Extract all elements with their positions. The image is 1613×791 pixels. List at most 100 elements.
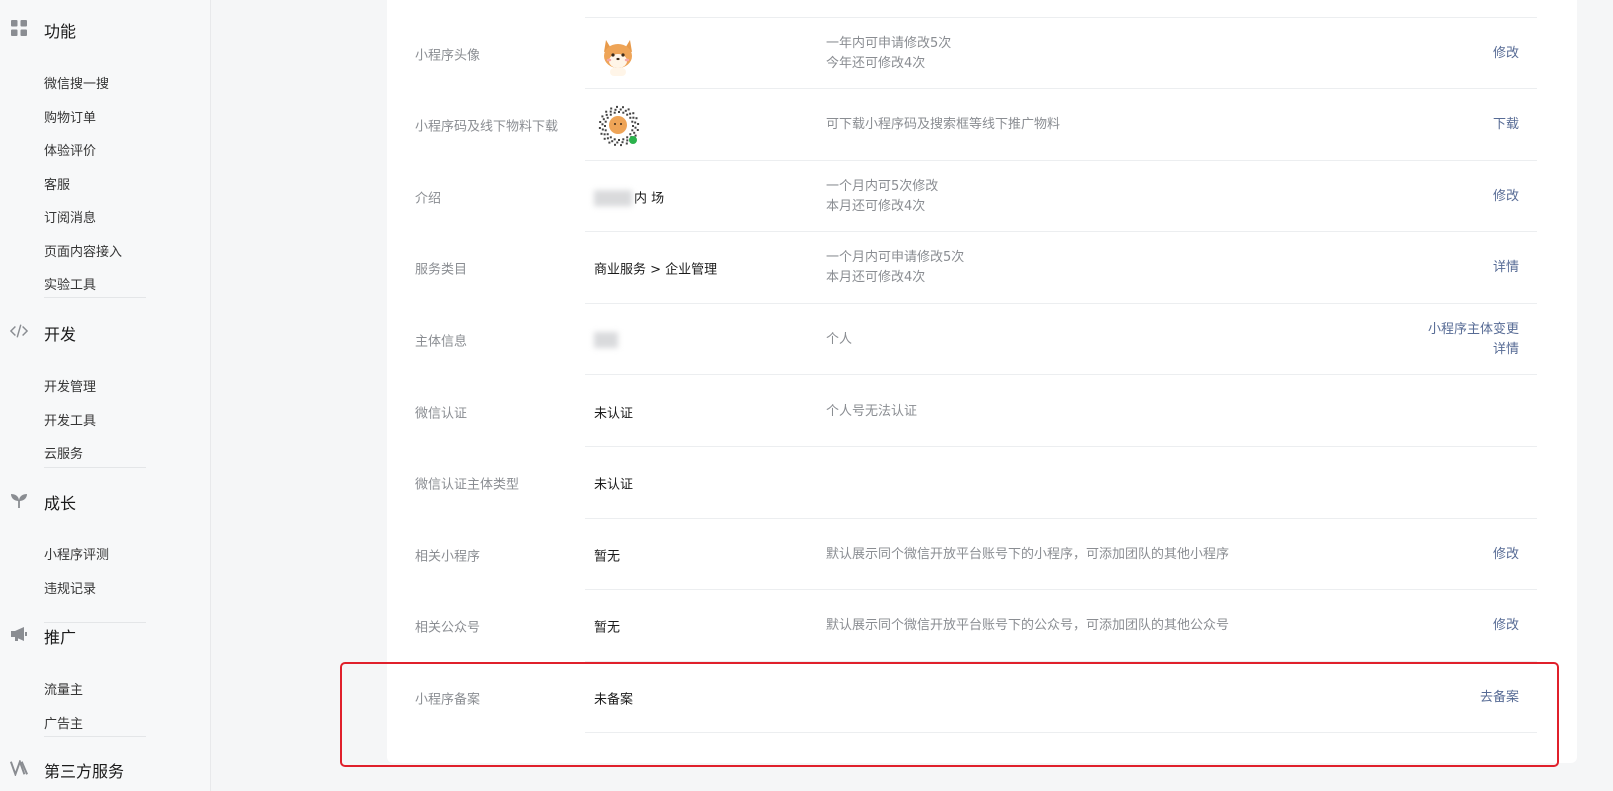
sidebar-group-header[interactable]: 第三方服务 (0, 753, 211, 783)
sprout-icon (10, 491, 28, 509)
sidebar-item[interactable]: 违规记录 (44, 578, 96, 597)
row-action-link[interactable]: 修改 (1493, 44, 1519, 64)
row-value: 内 场 (594, 187, 664, 207)
megaphone-icon (10, 625, 28, 643)
row-label: 微信认证主体类型 (415, 477, 520, 493)
sidebar-group-header[interactable]: 推广 (0, 619, 211, 649)
row-value: 商业服务 > 企业管理 (594, 262, 718, 278)
sidebar-item[interactable]: 订阅消息 (44, 207, 96, 226)
settings-row: 微信认证主体类型 未认证 (387, 448, 1577, 519)
avatar-image (594, 30, 642, 78)
sidebar-item[interactable]: 页面内容接入 (44, 241, 122, 260)
row-action-link[interactable]: 小程序主体变更 (1428, 320, 1519, 340)
row-label: 小程序头像 (415, 48, 481, 63)
qrcode-image[interactable] (596, 103, 640, 147)
sidebar-item[interactable]: 云服务 (44, 443, 83, 462)
sidebar-group-header[interactable]: 成长 (0, 485, 211, 515)
row-description-line: 默认展示同个微信开放平台账号下的公众号，可添加团队的其他公众号 (826, 618, 1230, 634)
row-actions: 详情 (1493, 258, 1519, 278)
sidebar-item[interactable]: 开发管理 (44, 376, 96, 395)
row-action-link[interactable]: 下载 (1493, 115, 1519, 135)
sidebar-item[interactable]: 购物订单 (44, 107, 96, 126)
sidebar-item[interactable]: 小程序评测 (44, 544, 109, 563)
row-description-line: 个人 (826, 331, 853, 347)
row-description-line: 一个月内可申请修改5次 (826, 250, 965, 266)
row-label: 主体信息 (415, 334, 468, 350)
sidebar-item[interactable]: 流量主 (44, 679, 83, 698)
row-description-line: 一年内可申请修改5次 (826, 35, 952, 51)
row-description-line: 一个月内可5次修改 (826, 178, 939, 194)
row-value: 暂无 (594, 620, 621, 636)
row-description-line: 本月还可修改4次 (826, 198, 926, 214)
settings-row: 主体信息 个人 小程序主体变更 详情 (387, 304, 1577, 376)
row-value: 未认证 (594, 406, 634, 421)
row-action-link[interactable]: 修改 (1493, 616, 1519, 636)
row-value-text: 内 场 (634, 190, 665, 206)
sidebar: 功能微信搜一搜购物订单体验评价客服订阅消息页面内容接入 实验工具开发开发管理开发工… (0, 0, 211, 791)
row-actions: 修改 (1493, 616, 1519, 636)
row-actions: 修改 (1493, 44, 1519, 64)
sidebar-item[interactable]: 开发工具 (44, 410, 96, 429)
row-action-link[interactable]: 详情 (1493, 258, 1519, 278)
row-actions: 修改 (1493, 545, 1519, 565)
sidebar-divider (44, 297, 146, 298)
row-description: 个人 (826, 330, 852, 350)
row-description: 可下载小程序码及搜索框等线下推广物料 (826, 115, 1060, 135)
row-description: 个人号无法认证 (826, 402, 917, 422)
row-actions: 小程序主体变更 详情 (1428, 320, 1519, 360)
sidebar-item[interactable]: 体验评价 (44, 140, 96, 159)
row-value: 未认证 (594, 477, 634, 493)
sidebar-group-title: 成长 (44, 494, 77, 513)
settings-row: 相关小程序 暂无 默认展示同个微信开放平台账号下的小程序，可添加团队的其他小程序 修改 (387, 519, 1577, 591)
sidebar-group-2: 成长小程序评测违规记录 (0, 485, 211, 623)
row-description-line: 默认展示同个微信开放平台账号下的小程序，可添加团队的其他小程序 (826, 546, 1230, 562)
sidebar-group-4: 第三方服务 (0, 753, 211, 783)
row-label: 服务类目 (415, 262, 468, 278)
sidebar-divider (44, 736, 146, 737)
third-party-icon (10, 759, 28, 777)
sidebar-item[interactable]: 广告主 (44, 713, 83, 732)
settings-row: 服务类目 商业服务 > 企业管理 一个月内可申请修改5次 本月还可修改4次 详情 (387, 233, 1577, 304)
row-description-line: 本月还可修改4次 (826, 270, 926, 286)
row-description: 一个月内可5次修改 本月还可修改4次 (826, 177, 938, 217)
row-description: 一年内可申请修改5次 今年还可修改4次 (826, 34, 951, 74)
row-actions: 修改 (1493, 187, 1519, 207)
sidebar-group-header[interactable]: 开发 (0, 316, 211, 346)
settings-row: 微信认证 未认证 个人号无法认证 (387, 376, 1577, 447)
redacted-block (594, 331, 618, 348)
row-description-line: 今年还可修改4次 (826, 55, 926, 71)
row-label: 微信认证 (415, 406, 468, 421)
row-action-link[interactable]: 修改 (1493, 187, 1519, 207)
sidebar-group-title: 开发 (44, 325, 77, 344)
sidebar-group-header[interactable]: 功能 (0, 13, 211, 43)
row-description: 默认展示同个微信开放平台账号下的公众号，可添加团队的其他公众号 (826, 616, 1229, 636)
sidebar-divider (44, 467, 146, 468)
settings-row: 介绍 内 场 一个月内可5次修改 本月还可修改4次 修改 (387, 161, 1577, 233)
code-icon (10, 322, 28, 340)
row-description: 默认展示同个微信开放平台账号下的小程序，可添加团队的其他小程序 (826, 545, 1229, 565)
sidebar-item[interactable]: 微信搜一搜 (44, 73, 109, 92)
settings-row: 小程序码及线下物料下载 可下载小程序码及搜索框等线下推广物料 下载 (387, 90, 1577, 161)
row-label: 小程序码及线下物料下载 (415, 119, 559, 135)
sidebar-group-3: 推广 流量主 广告主 (0, 619, 211, 737)
sidebar-item[interactable]: 实验工具 (44, 274, 96, 293)
highlight-box (340, 662, 1559, 767)
sidebar-group-0: 功能微信搜一搜购物订单体验评价客服订阅消息页面内容接入 实验工具 (0, 13, 211, 298)
sidebar-group-1: 开发开发管理开发工具云服务 (0, 316, 211, 468)
row-label: 相关小程序 (415, 549, 481, 565)
row-value: 暂无 (594, 549, 621, 565)
sidebar-group-title: 推广 (44, 628, 77, 647)
row-description-line: 可下载小程序码及搜索框等线下推广物料 (826, 117, 1061, 133)
row-actions: 下载 (1493, 115, 1519, 135)
row-value (594, 331, 618, 348)
row-action-link[interactable]: 详情 (1428, 340, 1519, 360)
row-label: 介绍 (415, 191, 442, 207)
settings-card: 小程序头像 一年内可申请修改5次 今年还可修改4次 修改 小程序码及线下物料下载 可下载小… (387, 0, 1577, 763)
redacted-block (594, 190, 632, 207)
sidebar-group-title: 第三方服务 (44, 762, 125, 781)
settings-row: 小程序头像 一年内可申请修改5次 今年还可修改4次 修改 (387, 18, 1577, 89)
sidebar-group-title: 功能 (44, 22, 77, 41)
sidebar-item[interactable]: 客服 (44, 174, 70, 193)
row-action-link[interactable]: 修改 (1493, 545, 1519, 565)
row-description-line: 个人号无法认证 (826, 403, 918, 419)
